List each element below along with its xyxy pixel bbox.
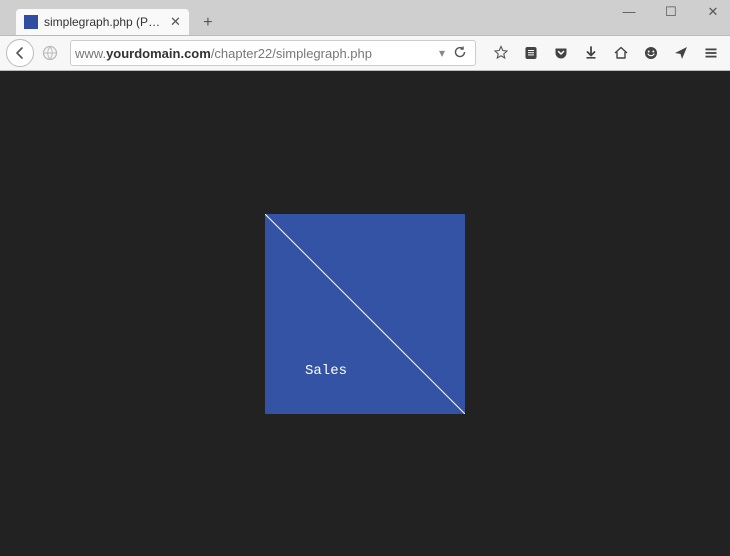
downloads-icon[interactable] xyxy=(578,40,604,66)
pocket-icon[interactable] xyxy=(548,40,574,66)
window-minimize-button[interactable]: — xyxy=(619,4,639,20)
url-text: www.yourdomain.com/chapter22/simplegraph… xyxy=(75,46,435,61)
new-tab-button[interactable]: + xyxy=(195,11,221,35)
bookmark-star-icon[interactable] xyxy=(488,40,514,66)
home-icon[interactable] xyxy=(608,40,634,66)
arrow-left-icon xyxy=(13,46,27,60)
browser-window: — ☐ ✕ simplegraph.php (PNG Im... ✕ + www… xyxy=(0,0,730,556)
hello-icon[interactable] xyxy=(638,40,664,66)
site-identity-icon[interactable] xyxy=(38,41,62,65)
browser-tab[interactable]: simplegraph.php (PNG Im... ✕ xyxy=(16,9,189,35)
reading-list-icon[interactable] xyxy=(518,40,544,66)
toolbar-icons xyxy=(484,40,724,66)
tab-close-button[interactable]: ✕ xyxy=(170,14,181,30)
page-content: Sales xyxy=(0,71,730,556)
menu-icon[interactable] xyxy=(698,40,724,66)
reload-button[interactable] xyxy=(449,45,471,62)
send-icon[interactable] xyxy=(668,40,694,66)
favicon-icon xyxy=(24,15,38,29)
back-button[interactable] xyxy=(6,39,34,67)
toolbar: www.yourdomain.com/chapter22/simplegraph… xyxy=(0,35,730,71)
tab-title: simplegraph.php (PNG Im... xyxy=(44,15,164,29)
address-bar[interactable]: www.yourdomain.com/chapter22/simplegraph… xyxy=(70,40,476,66)
window-maximize-button[interactable]: ☐ xyxy=(661,4,681,20)
png-image: Sales xyxy=(265,214,465,414)
window-close-button[interactable]: ✕ xyxy=(703,4,723,20)
url-dropdown-icon[interactable]: ▾ xyxy=(435,46,449,60)
image-label: Sales xyxy=(305,363,347,379)
window-controls: — ☐ ✕ xyxy=(619,4,723,20)
